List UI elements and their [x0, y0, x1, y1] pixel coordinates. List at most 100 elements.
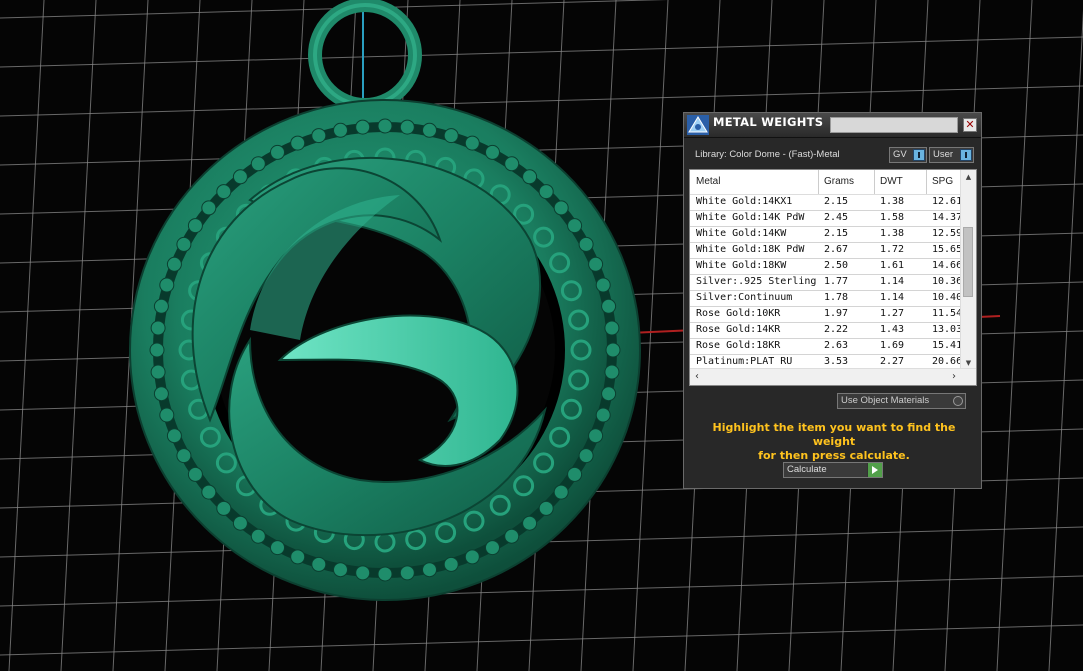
calculate-label: Calculate — [787, 464, 827, 475]
table-row[interactable]: Rose Gold:14KR 2.22 1.43 13.03 — [690, 323, 962, 339]
bead — [464, 135, 480, 151]
cell-grams: 2.50 — [824, 260, 849, 271]
bead — [443, 556, 459, 572]
column-divider — [926, 170, 927, 194]
bead — [187, 466, 203, 482]
table-row[interactable]: White Gold:14K PdW 2.45 1.58 14.37 — [690, 211, 962, 227]
bead — [159, 407, 175, 423]
cell-metal: Silver:Continuum — [696, 292, 793, 303]
scroll-up-icon[interactable]: ▲ — [961, 170, 976, 184]
metal-table[interactable]: Metal Grams DWT SPG White Gold:14KX1 2.15… — [689, 169, 977, 386]
table-row[interactable]: White Gold:14KW 2.15 1.38 12.59 — [690, 227, 962, 243]
bead — [604, 320, 620, 336]
cell-spg: 14.37 — [932, 212, 963, 223]
cell-grams: 2.15 — [824, 196, 849, 207]
gv-toggle[interactable]: GV — [889, 147, 927, 163]
bead — [399, 565, 415, 581]
column-header-metal[interactable]: Metal — [696, 176, 720, 187]
user-toggle-label: User — [933, 149, 954, 160]
instruction-text: Highlight the item you want to find the … — [694, 421, 974, 463]
bead — [150, 320, 166, 336]
cell-metal: White Gold:18K PdW — [696, 244, 805, 255]
radio-icon — [953, 396, 963, 406]
bead — [588, 256, 604, 272]
instruction-line-2: for then press calculate. — [758, 449, 910, 462]
cell-spg: 15.41 — [932, 340, 963, 351]
play-arrow-icon — [867, 463, 882, 477]
bead — [538, 500, 554, 516]
cell-spg: 12.59 — [932, 228, 963, 239]
bead — [333, 562, 348, 578]
column-header-dwt[interactable]: DWT — [880, 176, 903, 187]
column-header-spg[interactable]: SPG — [932, 176, 953, 187]
cell-spg: 15.65 — [932, 244, 963, 255]
bead — [149, 342, 165, 358]
cell-dwt: 1.14 — [880, 276, 905, 287]
bead — [595, 407, 611, 423]
pendant-model[interactable] — [129, 0, 641, 601]
table-row[interactable]: Rose Gold:18KR 2.63 1.69 15.41 — [690, 339, 962, 355]
bead — [485, 540, 500, 556]
bead — [311, 556, 327, 572]
bead — [153, 386, 169, 402]
bead — [422, 562, 437, 578]
scroll-right-icon[interactable]: › — [947, 370, 961, 384]
bead — [270, 540, 285, 556]
close-icon[interactable]: ✕ — [963, 118, 977, 132]
cell-metal: White Gold:14KX1 — [696, 196, 793, 207]
bead — [355, 119, 371, 135]
bead — [604, 364, 620, 380]
metal-weights-panel: METAL WEIGHTS ✕ Library: Color Dome - (F… — [683, 112, 982, 489]
bead — [605, 342, 621, 358]
table-row[interactable]: Silver:.925 Sterling 1.77 1.14 10.36 — [690, 275, 962, 291]
bead — [567, 218, 583, 234]
bead — [159, 277, 175, 293]
column-divider — [818, 170, 819, 194]
vertical-scrollbar[interactable]: ▲ ▼ — [960, 170, 976, 370]
toggle-indicator-icon — [960, 149, 972, 161]
gv-toggle-label: GV — [893, 149, 907, 160]
table-row[interactable]: White Gold:18KW 2.50 1.61 14.66 — [690, 259, 962, 275]
bead — [216, 184, 232, 200]
table-row[interactable]: White Gold:14KX1 2.15 1.38 12.61 — [690, 195, 962, 211]
bead — [270, 144, 285, 160]
bead — [601, 386, 617, 402]
cell-spg: 10.40 — [932, 292, 963, 303]
table-row[interactable]: Rose Gold:10KR 1.97 1.27 11.54 — [690, 307, 962, 323]
cell-metal: White Gold:14K PdW — [696, 212, 805, 223]
user-toggle[interactable]: User — [929, 147, 974, 163]
scroll-thumb[interactable] — [963, 226, 973, 297]
cell-dwt: 2.27 — [880, 356, 905, 367]
cell-spg: 11.54 — [932, 308, 963, 319]
cell-dwt: 1.61 — [880, 260, 905, 271]
table-row[interactable]: Silver:Continuum 1.78 1.14 10.40 — [690, 291, 962, 307]
calculate-button[interactable]: Calculate — [783, 462, 883, 478]
horizontal-scrollbar[interactable]: ‹ › — [690, 368, 976, 385]
bead — [522, 515, 538, 531]
bead — [250, 528, 266, 544]
column-header-grams[interactable]: Grams — [824, 176, 854, 187]
bead — [153, 298, 169, 314]
cell-grams: 2.45 — [824, 212, 849, 223]
bead — [399, 119, 415, 135]
bead — [538, 184, 554, 200]
use-object-materials-button[interactable]: Use Object Materials — [837, 393, 966, 409]
scroll-left-icon[interactable]: ‹ — [690, 370, 704, 384]
bead — [485, 144, 500, 160]
table-row[interactable]: White Gold:18K PdW 2.67 1.72 15.65 — [690, 243, 962, 259]
bead — [522, 169, 538, 185]
cell-grams: 2.63 — [824, 340, 849, 351]
bead — [290, 135, 306, 151]
cell-spg: 13.03 — [932, 324, 963, 335]
panel-title-bar[interactable]: METAL WEIGHTS ✕ — [684, 113, 981, 138]
bead — [578, 236, 594, 252]
bead — [553, 484, 569, 500]
bead — [333, 122, 348, 138]
bead — [250, 156, 266, 172]
bead — [567, 466, 583, 482]
bead — [216, 500, 232, 516]
library-label: Library: Color Dome - (Fast)-Metal — [695, 149, 840, 160]
cell-dwt: 1.72 — [880, 244, 905, 255]
cell-spg: 12.61 — [932, 196, 963, 207]
bead — [422, 122, 437, 138]
